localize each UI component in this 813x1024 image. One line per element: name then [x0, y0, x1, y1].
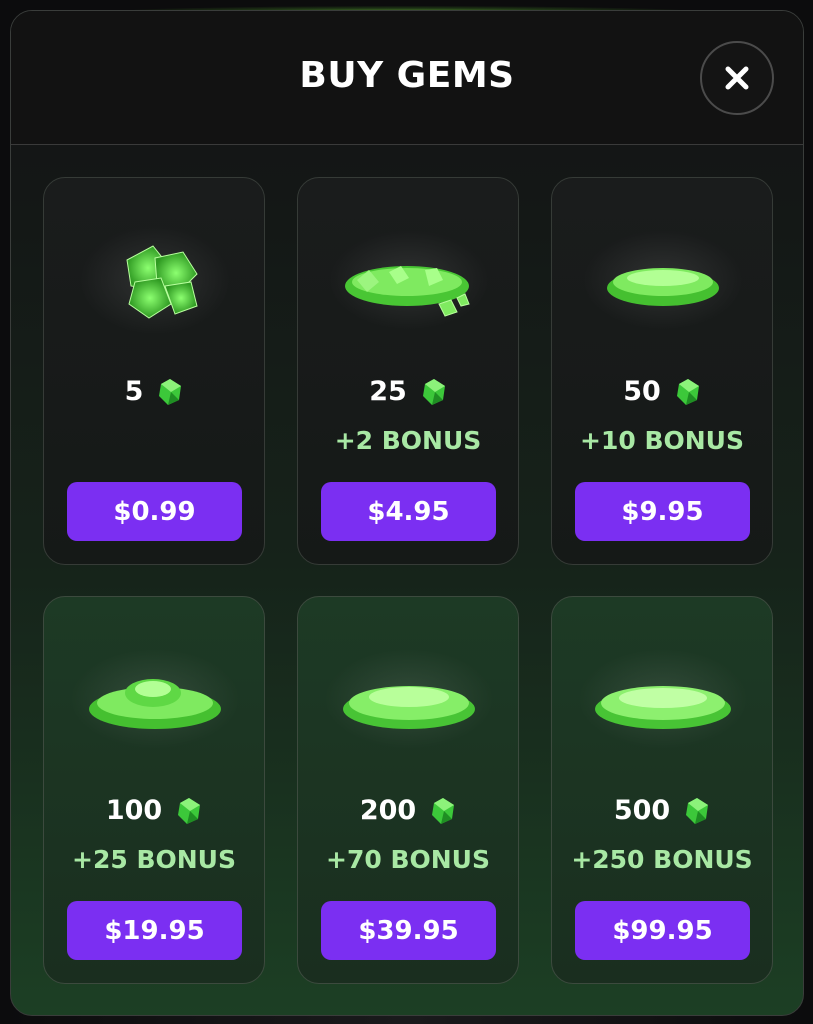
buy-button-25[interactable]: $4.95	[321, 482, 496, 541]
buy-gems-modal: BUY GEMS 5 $0.99 25 +2 BONUS $4.95 50 +1…	[10, 10, 804, 1016]
buy-button-100[interactable]: $19.95	[67, 901, 242, 960]
gem-pile-image	[329, 230, 489, 330]
bonus-label: +250 BONUS	[571, 845, 753, 874]
gem-amount-row: 50	[552, 376, 772, 407]
buy-button-50[interactable]: $9.95	[575, 482, 750, 541]
gem-icon	[159, 378, 182, 405]
gem-amount-row: 25	[298, 376, 518, 407]
close-button[interactable]	[700, 41, 774, 115]
gem-amount-row: 500	[552, 795, 772, 826]
gem-amount: 500	[613, 795, 671, 826]
gem-amount: 5	[124, 376, 144, 407]
buy-button-5[interactable]: $0.99	[67, 482, 242, 541]
gem-pack-card-50: 50 +10 BONUS $9.95	[551, 177, 773, 565]
gem-pack-card-200: 200 +70 BONUS $39.95	[297, 596, 519, 984]
gem-amount-row: 5	[44, 376, 264, 407]
gem-pack-card-5: 5 $0.99	[43, 177, 265, 565]
gem-icon	[686, 797, 709, 824]
gem-icon	[178, 797, 201, 824]
gem-amount: 200	[359, 795, 417, 826]
gem-icon	[432, 797, 455, 824]
bonus-label: +2 BONUS	[334, 426, 482, 455]
gem-pack-card-25: 25 +2 BONUS $4.95	[297, 177, 519, 565]
buy-button-200[interactable]: $39.95	[321, 901, 496, 960]
gem-icon	[422, 378, 445, 405]
gem-pile-image	[80, 225, 230, 335]
gem-amount-row: 200	[298, 795, 518, 826]
buy-button-500[interactable]: $99.95	[575, 901, 750, 960]
gem-pile-image	[578, 649, 748, 749]
gem-amount: 50	[623, 376, 661, 407]
gem-pile-image	[70, 649, 240, 749]
gem-pack-card-500: 500 +250 BONUS $99.95	[551, 596, 773, 984]
gem-amount: 100	[105, 795, 163, 826]
bonus-label: +70 BONUS	[326, 845, 490, 874]
bonus-label: +25 BONUS	[72, 845, 236, 874]
modal-header: BUY GEMS	[11, 11, 803, 145]
gem-amount-row: 100	[44, 795, 264, 826]
gem-icon	[676, 378, 699, 405]
bonus-label: +10 BONUS	[580, 426, 744, 455]
gem-pile-image	[583, 230, 743, 330]
gem-pack-card-100: 100 +25 BONUS $19.95	[43, 596, 265, 984]
gem-pile-image	[324, 649, 494, 749]
modal-title: BUY GEMS	[299, 55, 515, 96]
gem-amount: 25	[369, 376, 407, 407]
close-icon	[725, 66, 749, 90]
